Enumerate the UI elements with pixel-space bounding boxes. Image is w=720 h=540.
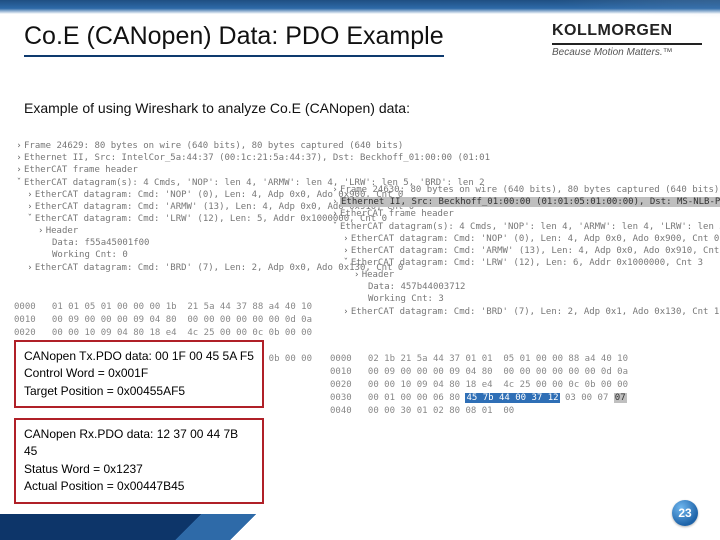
page-title: Co.E (CANopen) Data: PDO Example xyxy=(24,22,444,57)
brand-block: KOLLMORGEN Because Motion Matters.™ xyxy=(552,22,702,58)
hex-row: 0000 01 01 05 01 00 00 00 1b 21 5a 44 37… xyxy=(14,302,312,312)
tree-line: EtherCAT datagram: Cmd: 'NOP' (0), Len: … xyxy=(351,234,719,244)
callout-txpdo: CANopen Tx.PDO data: 00 1F 00 45 5A F5 C… xyxy=(14,340,264,408)
tree-line: Header xyxy=(46,226,79,236)
chevron-right-icon: › xyxy=(341,233,351,245)
chevron-down-icon: ˇ xyxy=(341,257,351,269)
callout-line: Target Position = 0x00455AF5 xyxy=(24,383,254,400)
tree-line: EtherCAT frame header xyxy=(340,209,454,219)
hex-row: 0010 00 09 00 00 00 09 04 80 00 00 00 00… xyxy=(330,367,628,377)
hex-row: 0000 02 1b 21 5a 44 37 01 01 05 01 00 00… xyxy=(330,354,628,364)
tree-line: Frame 24629: 80 bytes on wire (640 bits)… xyxy=(24,141,403,151)
tree-line: EtherCAT datagram: Cmd: 'LRW' (12), Len:… xyxy=(351,258,703,268)
tree-line: Header xyxy=(362,270,395,280)
hex-dump-right: 0000 02 1b 21 5a 44 37 01 01 05 01 00 00… xyxy=(330,340,628,418)
chevron-down-icon: ˇ xyxy=(330,221,340,233)
chevron-right-icon: › xyxy=(330,196,340,208)
tree-line: EtherCAT datagram: Cmd: 'BRD' (7), Len: … xyxy=(351,307,719,317)
hex-highlight: 45 7b 44 00 37 12 xyxy=(465,393,559,403)
callout-line: CANopen Rx.PDO data: 12 37 00 44 7B 45 xyxy=(24,426,254,461)
tree-data-line: Data: 457b44003712 xyxy=(368,282,466,292)
chevron-right-icon: › xyxy=(330,208,340,220)
chevron-right-icon: › xyxy=(330,184,340,196)
wireshark-tree-right: ›Frame 24630: 80 bytes on wire (640 bits… xyxy=(330,172,710,318)
tree-data-line: Data: f55a45001f00 xyxy=(52,238,150,248)
page-number-badge: 23 xyxy=(672,500,698,526)
tree-line: EtherCAT datagram: Cmd: 'ARMW' (13), Len… xyxy=(351,246,720,256)
tree-line: Working Cnt: 3 xyxy=(368,294,444,304)
hex-row: 0040 00 00 30 01 02 80 08 01 00 xyxy=(330,406,514,416)
brand-name: KOLLMORGEN xyxy=(552,22,702,40)
tree-line: Working Cnt: 0 xyxy=(52,250,128,260)
chevron-down-icon: ˇ xyxy=(14,177,24,189)
callout-line: Status Word = 0x1237 xyxy=(24,461,254,478)
hex-row: 0030 00 01 00 00 06 80 xyxy=(330,393,465,403)
callout-line: Control Word = 0x001F xyxy=(24,365,254,382)
hex-highlight-secondary: 07 xyxy=(614,393,627,403)
chevron-right-icon: › xyxy=(25,262,35,274)
chevron-right-icon: › xyxy=(341,306,351,318)
chevron-right-icon: › xyxy=(14,152,24,164)
chevron-right-icon: › xyxy=(341,245,351,257)
wireshark-tree-left: ›Frame 24629: 80 bytes on wire (640 bits… xyxy=(14,128,374,274)
footer-decoration xyxy=(0,512,720,540)
hex-row: 0020 00 00 10 09 04 80 18 e4 4c 25 00 00… xyxy=(330,380,628,390)
brand-tagline: Because Motion Matters.™ xyxy=(552,47,702,58)
chevron-right-icon: › xyxy=(352,269,362,281)
callout-line: Actual Position = 0x00447B45 xyxy=(24,478,254,495)
header-decoration xyxy=(0,0,720,14)
tree-line: EtherCAT datagram(s): 4 Cmds, 'NOP': len… xyxy=(340,222,720,232)
hex-row: 0020 00 00 10 09 04 80 18 e4 4c 25 00 00… xyxy=(14,328,312,338)
callout-rxpdo: CANopen Rx.PDO data: 12 37 00 44 7B 45 S… xyxy=(14,418,264,504)
callout-line: CANopen Tx.PDO data: 00 1F 00 45 5A F5 xyxy=(24,348,254,365)
chevron-right-icon: › xyxy=(25,189,35,201)
chevron-right-icon: › xyxy=(14,164,24,176)
chevron-right-icon: › xyxy=(25,201,35,213)
chevron-right-icon: › xyxy=(36,225,46,237)
hex-row: 0010 00 09 00 00 00 09 04 80 00 00 00 00… xyxy=(14,315,312,325)
chevron-down-icon: ˇ xyxy=(25,213,35,225)
page-subtitle: Example of using Wireshark to analyze Co… xyxy=(24,100,410,116)
tree-line-selected: Ethernet II, Src: Beckhoff_01:00:00 (01:… xyxy=(340,197,720,207)
brand-divider xyxy=(552,43,702,45)
tree-line: Frame 24630: 80 bytes on wire (640 bits)… xyxy=(340,185,719,195)
tree-line: Ethernet II, Src: IntelCor_5a:44:37 (00:… xyxy=(24,153,490,163)
chevron-right-icon: › xyxy=(14,140,24,152)
tree-line: EtherCAT frame header xyxy=(24,165,138,175)
hex-row: 03 00 07 xyxy=(560,393,614,403)
